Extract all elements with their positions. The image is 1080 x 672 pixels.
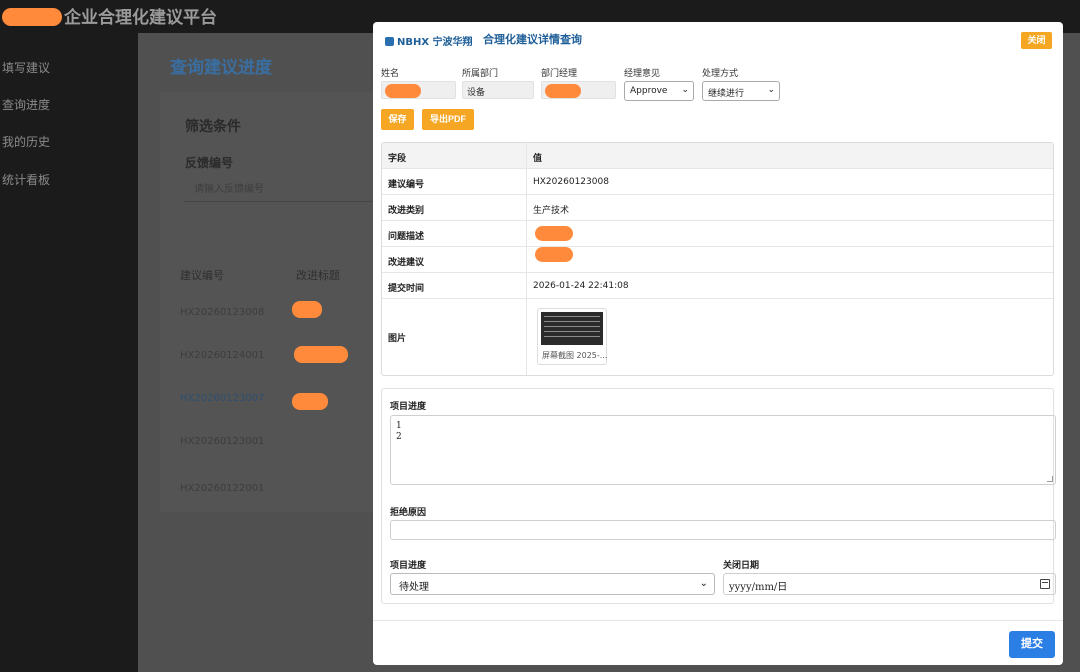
opinion-select[interactable]: Approve ⌄: [624, 81, 694, 101]
table-row-id[interactable]: HX20260123001: [180, 436, 264, 447]
redacted-name: [385, 84, 421, 98]
row-value: [527, 221, 1053, 246]
table-header-row: 字段 值: [382, 143, 1053, 169]
date-placeholder: yyyy/mm/日: [729, 582, 788, 593]
table-row-id[interactable]: HX20260123007: [180, 393, 264, 404]
close-date-label: 关闭日期: [723, 561, 760, 571]
method-label: 处理方式: [702, 69, 739, 79]
redacted-description: [535, 226, 573, 241]
row-value: HX20260123008: [533, 177, 609, 187]
image-thumbnail[interactable]: 屏幕截图 2025-...: [537, 308, 607, 365]
page-title: 查询建议进度: [170, 58, 272, 78]
opinion-label: 经理意见: [624, 69, 661, 79]
app-title-text: 企业合理化建议平台: [64, 8, 217, 28]
method-value: 继续进行: [708, 89, 745, 99]
modal-title: 合理化建议详情查询: [483, 33, 582, 46]
status-select[interactable]: 待处理 ⌄: [390, 573, 715, 595]
calendar-icon[interactable]: [1040, 579, 1050, 589]
table-header-title: 改进标题: [296, 269, 340, 282]
method-field: 处理方式 继续进行 ⌄: [702, 66, 780, 101]
table-row: 图片 屏幕截图 2025-...: [382, 299, 1053, 375]
footer-divider: [373, 620, 1063, 621]
chevron-down-icon: ⌄: [767, 85, 775, 95]
name-input[interactable]: [381, 81, 456, 99]
brand-text: NBHX 宁波华翔: [397, 37, 473, 48]
progress-card: 项目进度 1 2 拒绝原因 项目进度 关闭日期 待处理 ⌄ yyyy/mm/日: [381, 388, 1056, 604]
table-row-id[interactable]: HX20260122001: [180, 483, 264, 494]
redacted-logo: [2, 8, 62, 26]
detail-table: 字段 值 建议编号 HX20260123008 改进类别 生产技术 问题描述 改…: [381, 142, 1054, 376]
close-date-input[interactable]: yyyy/mm/日: [723, 573, 1056, 595]
screenshot-preview: [541, 312, 603, 345]
image-caption: 屏幕截图 2025-...: [542, 351, 608, 360]
redacted-manager: [545, 84, 581, 98]
row-key: 图片: [382, 299, 527, 375]
row-value: 屏幕截图 2025-...: [527, 299, 1053, 375]
progress-line: 1: [396, 421, 402, 431]
table-row: 改进建议: [382, 247, 1053, 273]
row-value: 2026-01-24 22:41:08: [533, 281, 629, 291]
opinion-field: 经理意见 Approve ⌄: [624, 66, 694, 101]
resize-handle[interactable]: [1047, 476, 1053, 482]
name-field: 姓名: [381, 66, 456, 99]
reject-reason-input[interactable]: [390, 520, 1056, 540]
row-key: 问题描述: [382, 221, 527, 246]
detail-modal: NBHX 宁波华翔 合理化建议详情查询 关闭 姓名 所属部门 设备 部门经理 经…: [373, 22, 1063, 665]
sidebar: [0, 28, 138, 672]
status-value: 待处理: [399, 582, 429, 593]
chevron-down-icon: ⌄: [681, 85, 689, 95]
brand: NBHX 宁波华翔: [385, 33, 473, 48]
table-row: 问题描述: [382, 221, 1053, 247]
table-row: 建议编号 HX20260123008: [382, 169, 1053, 195]
table-row: 提交时间 2026-01-24 22:41:08: [382, 273, 1053, 299]
status-label: 项目进度: [390, 561, 427, 571]
row-value: [527, 247, 1053, 272]
progress-textarea[interactable]: 1 2: [390, 415, 1056, 485]
filter-title: 筛选条件: [185, 119, 241, 135]
row-key: 提交时间: [382, 273, 527, 298]
row-key: 建议编号: [382, 169, 527, 194]
opinion-value: Approve: [630, 86, 668, 96]
sidebar-item-history[interactable]: 我的历史: [2, 133, 50, 150]
department-input[interactable]: 设备: [462, 81, 534, 99]
sidebar-item-query[interactable]: 查询进度: [2, 96, 50, 113]
progress-label: 项目进度: [390, 402, 427, 412]
feedback-id-input[interactable]: 请输入反馈编号: [184, 174, 374, 202]
progress-line: 2: [396, 432, 402, 442]
manager-input[interactable]: [541, 81, 616, 99]
department-field: 所属部门 设备: [462, 66, 534, 99]
table-row-id[interactable]: HX20260124001: [180, 350, 264, 361]
table-row-id[interactable]: HX20260123008: [180, 307, 264, 318]
row-key: 改进类别: [382, 195, 527, 220]
submit-button[interactable]: 提交: [1009, 631, 1055, 658]
redacted-title: [292, 393, 328, 410]
manager-field: 部门经理: [541, 66, 616, 99]
header-value: 值: [533, 154, 543, 164]
redacted-title: [292, 301, 322, 318]
sidebar-item-submit[interactable]: 填写建议: [2, 59, 50, 76]
header-key: 字段: [382, 143, 527, 168]
row-value: 生产技术: [533, 206, 570, 216]
table-row: 改进类别 生产技术: [382, 195, 1053, 221]
feedback-id-label: 反馈编号: [185, 156, 234, 170]
redacted-suggestion: [535, 247, 573, 262]
department-label: 所属部门: [462, 69, 499, 79]
method-select[interactable]: 继续进行 ⌄: [702, 81, 780, 101]
sidebar-item-dashboard[interactable]: 统计看板: [2, 171, 50, 188]
modal-header: NBHX 宁波华翔 合理化建议详情查询 关闭: [373, 22, 1063, 60]
name-label: 姓名: [381, 69, 400, 79]
save-button[interactable]: 保存: [381, 109, 414, 130]
chevron-down-icon: ⌄: [699, 578, 708, 589]
redacted-title: [294, 346, 348, 363]
logo-icon: [385, 37, 394, 46]
export-pdf-button[interactable]: 导出PDF: [422, 109, 474, 130]
manager-label: 部门经理: [541, 69, 578, 79]
reject-reason-label: 拒绝原因: [390, 508, 427, 518]
table-header-id: 建议编号: [180, 269, 224, 282]
close-button[interactable]: 关闭: [1021, 32, 1052, 49]
row-key: 改进建议: [382, 247, 527, 272]
